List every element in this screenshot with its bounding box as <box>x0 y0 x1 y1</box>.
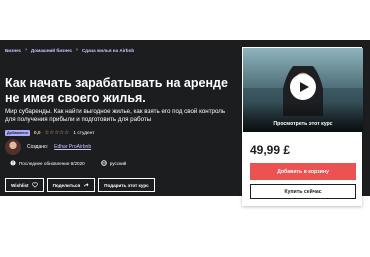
course-meta: Последнее обновление 8/2020 русский <box>10 160 126 166</box>
new-badge: Добавлено <box>5 130 30 136</box>
creator-row: Создано: Edhar ProAirbnb <box>5 139 91 155</box>
chevron-right-icon: › <box>25 47 27 53</box>
wishlist-label: Wishlist <box>11 182 29 188</box>
last-updated: Последнее обновление 8/2020 <box>19 160 85 166</box>
breadcrumb: Бизнес › Домашний бизнес › Сдача жилья н… <box>5 47 134 53</box>
breadcrumb-link-home-business[interactable]: Домашний бизнес <box>31 48 72 53</box>
play-button[interactable] <box>290 74 316 100</box>
wishlist-button[interactable]: Wishlist <box>5 178 44 192</box>
add-to-cart-button[interactable]: Добавить в корзину <box>250 163 356 180</box>
created-by-label: Создано: <box>27 144 49 150</box>
rating-row: Добавлено 0,0 ☆☆☆☆☆ 1 студент <box>5 130 95 136</box>
course-price: 49,99 £ <box>250 143 291 157</box>
gift-course-button[interactable]: Подарить этот курс <box>98 178 155 192</box>
buy-now-button[interactable]: Купить сейчас <box>250 184 356 199</box>
student-count: 1 студент <box>73 130 95 136</box>
author-link[interactable]: Edhar ProAirbnb <box>54 144 91 150</box>
avatar[interactable] <box>5 139 21 155</box>
action-buttons: Wishlist Поделиться Подарить этот курс <box>5 178 155 192</box>
breadcrumb-link-airbnb[interactable]: Сдача жилья на Airbnb <box>82 48 134 53</box>
star-rating-icon: ☆☆☆☆☆ <box>44 130 70 136</box>
preview-label: Просмотреть этот курс <box>273 121 333 127</box>
share-label: Поделиться <box>52 182 81 188</box>
course-subtitle: Мир субаренды. Как найти выгодное жилье,… <box>5 108 226 123</box>
heart-icon <box>31 182 38 188</box>
alert-icon <box>10 160 16 166</box>
course-title: Как начать зарабатывать на аренде не име… <box>5 76 228 105</box>
share-arrow-icon <box>84 183 89 187</box>
breadcrumb-link-business[interactable]: Бизнес <box>5 48 21 53</box>
share-button[interactable]: Поделиться <box>46 178 96 192</box>
play-icon <box>300 82 309 92</box>
gift-label: Подарить этот курс <box>104 182 149 188</box>
chevron-right-icon: › <box>76 47 78 53</box>
globe-icon <box>100 160 107 166</box>
rating-value: 0,0 <box>33 130 41 136</box>
purchase-card: Просмотреть этот курс 49,99 £ Добавить в… <box>242 47 363 206</box>
course-language: русский <box>109 160 127 166</box>
course-preview[interactable]: Просмотреть этот курс <box>243 48 363 132</box>
